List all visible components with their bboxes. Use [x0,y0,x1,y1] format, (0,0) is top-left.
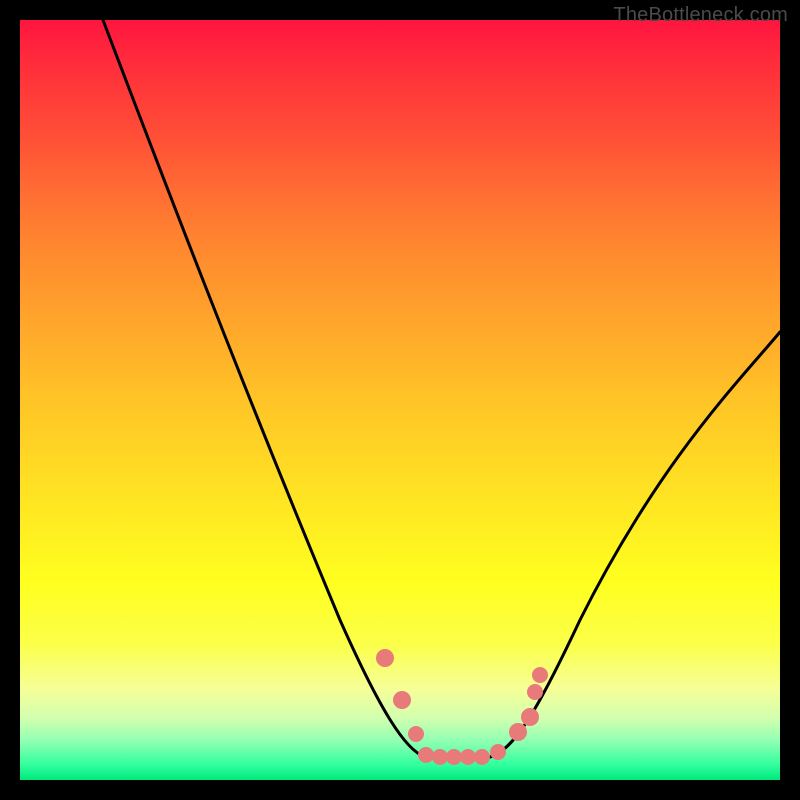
marker-dot [393,691,411,709]
marker-dot [527,684,543,700]
marker-dot [376,649,394,667]
curve-path [103,20,780,757]
marker-dot [460,749,476,765]
marker-dot [418,747,434,763]
marker-dot [446,749,462,765]
chart-area [20,20,780,780]
marker-dot [490,744,506,760]
marker-dot [408,726,424,742]
marker-dot [432,749,448,765]
marker-dot [532,667,548,683]
marker-group [376,649,548,765]
marker-dot [509,723,527,741]
watermark-text: TheBottleneck.com [613,4,788,27]
bottleneck-curve [20,20,780,780]
marker-dot [521,708,539,726]
marker-dot [474,749,490,765]
